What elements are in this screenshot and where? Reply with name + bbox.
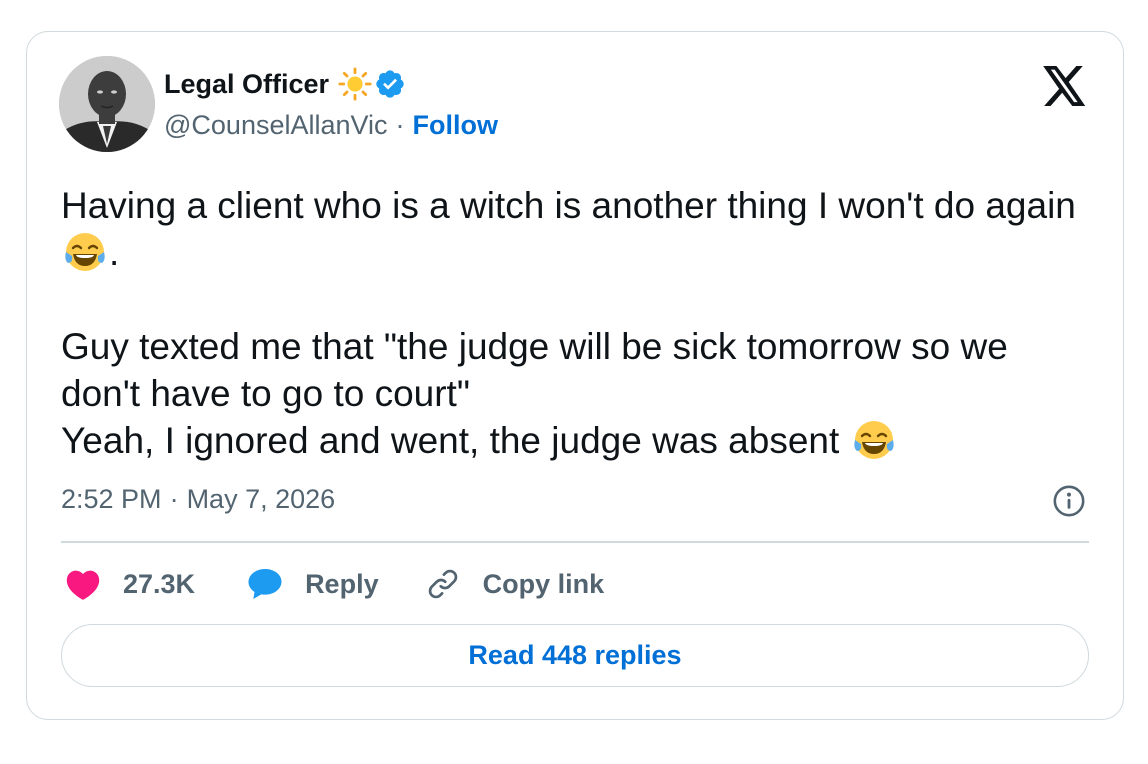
action-bar: 27.3K Reply Copy link	[65, 564, 604, 604]
author-name-row: Legal Officer	[164, 67, 406, 101]
info-icon[interactable]	[1052, 484, 1086, 518]
author-handle[interactable]: @CounselAllanVic	[164, 110, 388, 141]
follow-button[interactable]: Follow	[413, 110, 498, 141]
sun-icon	[338, 67, 372, 101]
tweet-card: Legal Officer @CounselAllanVic · Follow	[26, 31, 1124, 720]
reply-label: Reply	[305, 568, 379, 599]
tweet-paragraph: Guy texted me that "the judge will be si…	[61, 326, 1019, 414]
heart-icon	[66, 570, 100, 600]
read-replies-button[interactable]: Read 448 replies	[61, 624, 1089, 687]
copy-link-label: Copy link	[482, 568, 605, 599]
x-logo-icon[interactable]	[1043, 66, 1087, 106]
author-handle-row: @CounselAllanVic · Follow	[164, 110, 498, 141]
tweet-paragraph: Having a client who is a witch is anothe…	[61, 185, 1076, 273]
tweet-time: 2:52 PM	[61, 484, 162, 514]
tweet-timestamp[interactable]: 2:52 PM · May 7, 2026	[61, 484, 335, 515]
tweet-date: May 7, 2026	[186, 484, 336, 514]
like-count: 27.3K	[123, 568, 196, 599]
handle-separator: ·	[395, 110, 405, 140]
tears-of-joy-emoji-icon	[853, 421, 894, 459]
avatar-photo	[59, 56, 155, 152]
link-icon	[428, 569, 457, 599]
avatar[interactable]	[59, 56, 155, 152]
tweet-blank-line	[61, 276, 1091, 323]
divider	[61, 541, 1089, 543]
like-button[interactable]: 27.3K	[65, 567, 195, 601]
copy-link-button[interactable]: Copy link	[425, 566, 605, 602]
author-name[interactable]: Legal Officer	[164, 69, 329, 100]
speech-bubble-icon	[248, 569, 282, 599]
verified-badge-icon	[376, 70, 404, 98]
timestamp-separator: ·	[169, 484, 179, 514]
tweet-text: Having a client who is a witch is anothe…	[61, 182, 1091, 464]
reply-button[interactable]: Reply	[247, 567, 379, 601]
tweet-paragraph: Yeah, I ignored and went, the judge was …	[61, 417, 1091, 464]
tears-of-joy-emoji-icon	[65, 233, 105, 271]
